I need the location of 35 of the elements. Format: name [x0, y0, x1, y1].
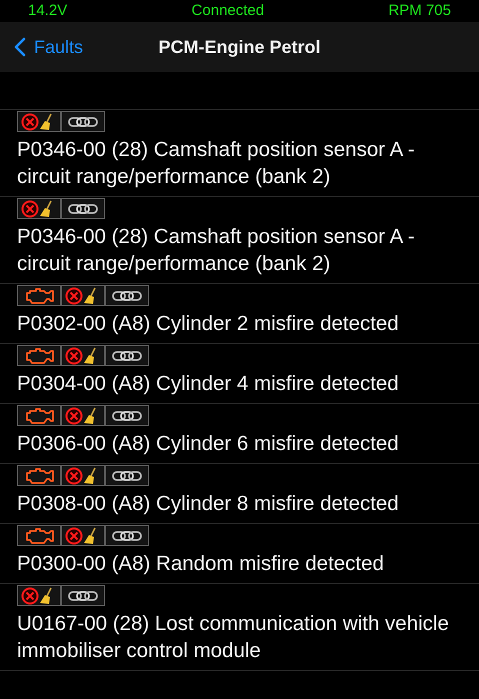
fault-description: P0304-00 (A8) Cylinder 4 misfire detected [16, 371, 400, 397]
back-button[interactable]: Faults [0, 34, 84, 60]
fault-description: P0346-00 (28) Camshaft position sensor A - circuit range/performance (bank 2) [16, 224, 416, 277]
fault-description: P0302-00 (A8) Cylinder 2 misfire detected [16, 311, 400, 337]
fault-row[interactable]: P0346-00 (28) Camshaft position sensor A - circuit range/performance (bank 2) [0, 110, 479, 197]
engine-warning-icon [24, 348, 54, 364]
engine-warning-icon [24, 408, 54, 424]
connection-status: Connected [192, 0, 264, 21]
fault-description: P0306-00 (A8) Cylinder 6 misfire detected [16, 431, 400, 457]
chain-link-icon [112, 350, 142, 362]
fault-description: U0167-00 (28) Lost communication with vehicle immobiliser control module [16, 611, 450, 664]
fault-row[interactable]: P0306-00 (A8) Cylinder 6 misfire detected [0, 404, 479, 464]
fault-row[interactable]: P0302-00 (A8) Cylinder 2 misfire detected [0, 284, 479, 344]
chain-link-icon [112, 530, 142, 542]
screen-title: PCM-Engine Petrol [158, 36, 320, 59]
rpm-reading: RPM 705 [388, 0, 451, 21]
back-icon [14, 37, 26, 57]
fault-description: P0308-00 (A8) Cylinder 8 misfire detected [16, 491, 400, 517]
fault-description: P0346-00 (28) Camshaft position sensor A - circuit range/performance (bank 2) [16, 137, 416, 190]
voltage-reading: 14.2V [28, 0, 68, 21]
chain-link-icon [68, 590, 98, 602]
chain-link-icon [112, 410, 142, 422]
engine-warning-icon [24, 288, 54, 304]
chain-link-icon [112, 290, 142, 302]
chain-link-icon [112, 470, 142, 482]
fault-description: P0300-00 (A8) Random misfire detected [16, 551, 385, 577]
fault-row[interactable]: P0304-00 (A8) Cylinder 4 misfire detected [0, 344, 479, 404]
engine-warning-icon [24, 528, 54, 544]
chain-link-icon [68, 116, 98, 128]
fault-row[interactable]: P0346-00 (28) Camshaft position sensor A - circuit range/performance (bank 2) [0, 197, 479, 284]
engine-warning-icon [24, 468, 54, 484]
fault-row[interactable]: P0308-00 (A8) Cylinder 8 misfire detected [0, 464, 479, 524]
fault-row[interactable]: P0300-00 (A8) Random misfire detected [0, 524, 479, 584]
fault-row[interactable]: U0167-00 (28) Lost communication with vehicle immobiliser control module [0, 584, 479, 671]
chain-link-icon [68, 202, 98, 214]
